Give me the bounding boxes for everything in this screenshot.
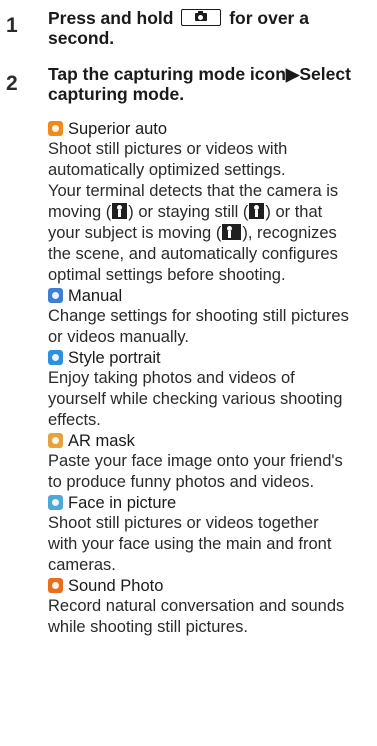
mode-name: Manual (68, 287, 123, 305)
step-instruction: Tap the capturing mode icon▶Select captu… (48, 64, 351, 104)
mode-description-line: while shooting still pictures. (48, 618, 248, 636)
mode-description-line: moving () or staying still () or that (48, 203, 323, 221)
sound-photo-icon (48, 578, 63, 593)
mode-name: Face in picture (68, 494, 177, 512)
ar-mask-icon (48, 433, 63, 448)
capture-mode-item: Superior auto Shoot still pictures or vid… (48, 119, 377, 286)
mode-description-line: your subject is moving (), recognizes (48, 224, 337, 242)
capture-mode-item: AR mask Paste your face image onto your f… (48, 431, 377, 493)
mode-description-line: Paste your face image onto your friend's (48, 452, 343, 470)
mode-header: Style portrait (48, 348, 377, 368)
mode-description-line: Your terminal detects that the camera is (48, 182, 339, 200)
mode-description-line: with your face using the main and front (48, 535, 332, 553)
mode-description-line: or videos manually. (48, 328, 189, 346)
camera-key-icon (181, 9, 222, 26)
mode-header: AR mask (48, 431, 377, 451)
camera-still-icon (249, 203, 265, 219)
capture-mode-list: Superior auto Shoot still pictures or vid… (48, 119, 377, 638)
style-portrait-icon (48, 350, 63, 365)
mode-name: Superior auto (68, 120, 168, 138)
mode-description-line: Shoot still pictures or videos with (48, 140, 288, 158)
subject-moving-icon (222, 224, 242, 240)
mode-description-line: the scene, and automatically configures (48, 245, 338, 263)
mode-header: Face in picture (48, 493, 377, 513)
mode-description-line: to produce funny photos and videos. (48, 473, 315, 491)
mode-header: Manual (48, 286, 377, 306)
mode-name: AR mask (68, 432, 135, 450)
step-instruction: Press and hold for over a second. (48, 8, 368, 48)
mode-description-line: optimal settings before shooting. (48, 266, 286, 284)
mode-description-line: cameras. (48, 556, 116, 574)
capture-mode-item: Face in picture Shoot still pictures or v… (48, 493, 377, 576)
mode-description-line: Enjoy taking photos and videos of (48, 369, 295, 387)
mode-description-line: Shoot still pictures or videos together (48, 514, 319, 532)
mode-name: Style portrait (68, 349, 161, 367)
mode-header: Sound Photo (48, 576, 377, 596)
mode-name: Sound Photo (68, 577, 164, 595)
mode-description-line: Change settings for shooting still pictu… (48, 307, 349, 325)
step-number: 1 (6, 14, 18, 37)
mode-header: Superior auto (48, 119, 377, 139)
superior-auto-icon (48, 121, 63, 136)
camera-moving-icon (112, 203, 128, 219)
face-in-picture-icon (48, 495, 63, 510)
capture-mode-item: Manual Change settings for shooting still… (48, 286, 377, 348)
mode-description-line: Record natural conversation and sounds (48, 597, 345, 615)
mode-description-line: yourself while checking various shooting (48, 390, 343, 408)
step-text-before: Press and hold (48, 8, 174, 28)
capture-mode-item: Sound Photo Record natural conversation a… (48, 576, 377, 638)
manual-icon (48, 288, 63, 303)
step-number: 2 (6, 72, 18, 95)
capture-mode-item: Style portrait Enjoy taking photos and vi… (48, 348, 377, 431)
mode-description-line: automatically optimized settings. (48, 161, 286, 179)
mode-description-line: effects. (48, 411, 101, 429)
